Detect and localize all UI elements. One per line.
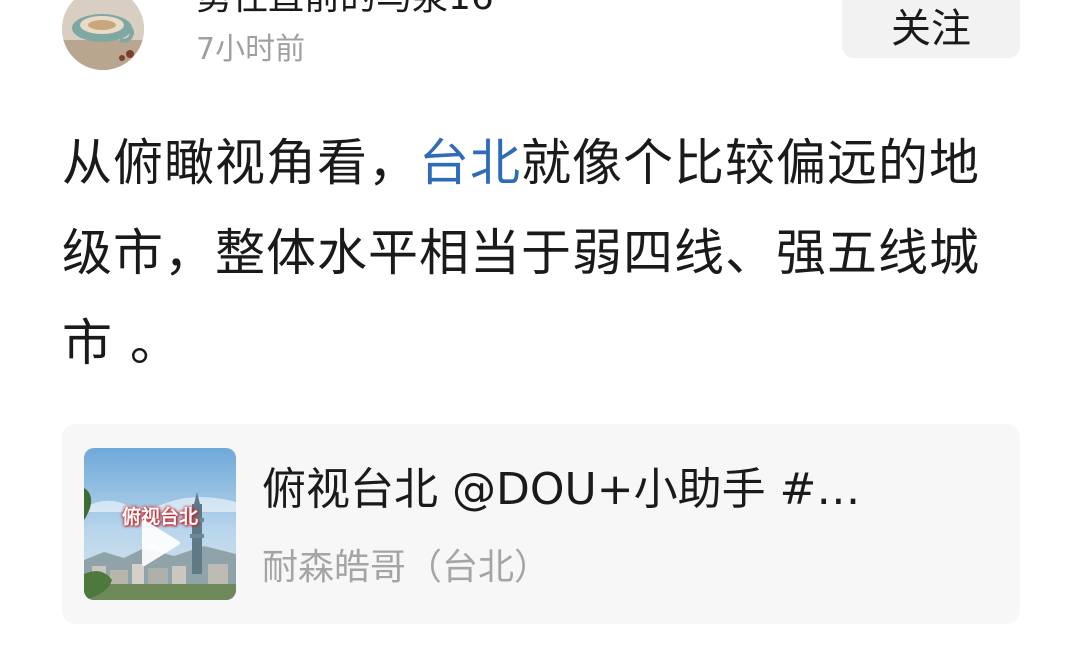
post-content: 从俯瞰视角看，台北就像个比较偏远的地级市，整体水平相当于弱四线、强五线城市 。: [62, 118, 1022, 388]
video-author: 耐森皓哥（台北）: [262, 547, 551, 588]
follow-button[interactable]: 关注: [842, 0, 1020, 58]
coffee-cup-avatar-icon: [62, 0, 144, 70]
author-name[interactable]: 勇往直前的马泉16: [196, 0, 494, 18]
video-thumbnail[interactable]: 俯视台北: [84, 448, 236, 600]
feed-post: 勇往直前的马泉16 7小时前 关注 从俯瞰视角看，台北就像个比较偏远的地级市，整…: [0, 0, 1080, 662]
play-icon[interactable]: [138, 518, 182, 568]
post-header: 勇往直前的马泉16 7小时前 关注: [0, 0, 1080, 90]
location-link[interactable]: 台北: [419, 134, 521, 192]
video-card[interactable]: 俯视台北 俯视台北 @DOU+小助手 #… 耐森皓哥（台北）: [62, 424, 1020, 624]
video-title[interactable]: 俯视台北 @DOU+小助手 #…: [262, 462, 982, 518]
post-content-text-before: 从俯瞰视角看，: [62, 134, 419, 192]
author-avatar[interactable]: [62, 0, 144, 70]
post-timestamp: 7小时前: [196, 32, 306, 67]
